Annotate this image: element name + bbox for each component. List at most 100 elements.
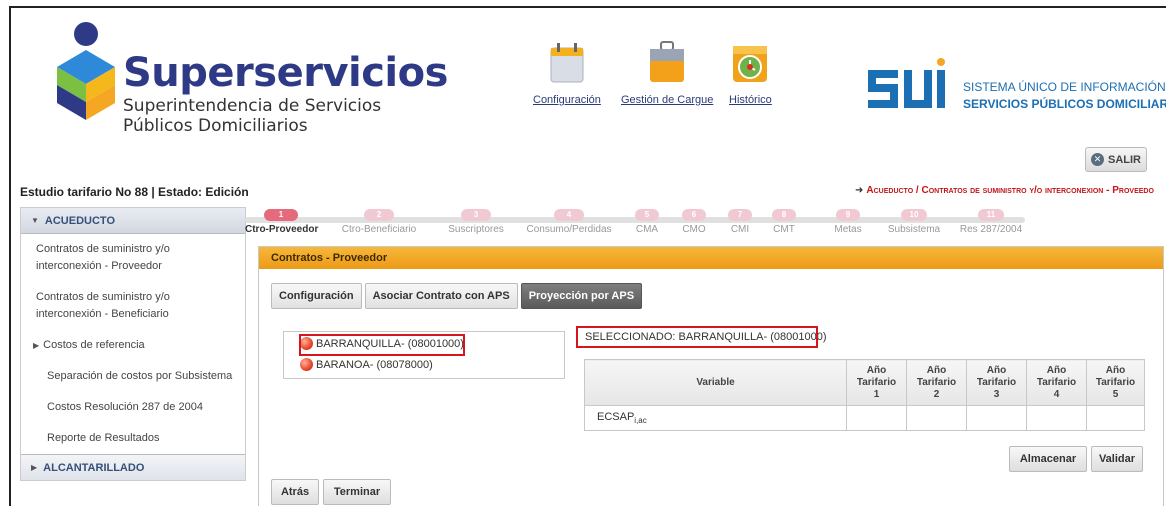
highlight-box — [299, 334, 465, 356]
step-label: Res 287/2004 — [959, 224, 1023, 235]
tab-asociar-contrato[interactable]: Asociar Contrato con APS — [364, 283, 518, 309]
toolbar-historico[interactable]: Histórico — [729, 40, 772, 106]
sidebar-item-label: Costos de referencia — [43, 339, 145, 351]
year-2-cell[interactable] — [906, 405, 967, 431]
toolbar-gestion-cargue[interactable]: Gestión de Cargue — [621, 40, 713, 106]
tree-item-baranoa[interactable]: BARANOA- (08078000) — [300, 358, 433, 371]
step-metas[interactable]: 9 Metas — [831, 209, 865, 235]
year-4-cell[interactable] — [1026, 405, 1087, 431]
table-row: ECSAPi,ac — [584, 405, 1145, 431]
step-label: Ctro-Proveedor — [245, 224, 319, 235]
header-line: Año — [1046, 364, 1067, 376]
step-res-287[interactable]: 11 Res 287/2004 — [959, 209, 1023, 235]
header-line: Tarifario — [856, 376, 897, 388]
step-suscriptores[interactable]: 3 Suscriptores — [441, 209, 511, 235]
sidebar-item-contratos-proveedor[interactable]: Contratos de suministro y/o interconexió… — [21, 234, 245, 282]
step-cmo[interactable]: 6 CMO — [679, 209, 709, 235]
tab-configuracion[interactable]: Configuración — [271, 283, 362, 309]
step-number: 10 — [901, 209, 927, 221]
brand-subtitle: Superintendencia de Servicios Públicos D… — [123, 96, 381, 136]
header-line: 5 — [1112, 388, 1119, 400]
toolbar-configuracion-link[interactable]: Configuración — [533, 94, 601, 106]
step-number: 8 — [772, 209, 796, 221]
sidebar-item-label: Contratos de suministro y/o interconexió… — [36, 291, 170, 320]
year-3-cell[interactable] — [966, 405, 1027, 431]
sidebar-section-acueducto[interactable]: ▼ ACUEDUCTO — [21, 208, 245, 234]
red-dot-icon — [300, 358, 313, 371]
logout-button[interactable]: ✕ SALIR — [1085, 147, 1147, 172]
step-label: CMI — [730, 224, 750, 235]
step-number: 1 — [264, 209, 298, 221]
sidebar-item-label: Costos Resolución 287 de 2004 — [47, 401, 203, 413]
column-header-year-1: Año Tarifario 1 — [846, 359, 907, 406]
step-number: 3 — [461, 209, 491, 221]
step-ctro-beneficiario[interactable]: 2 Ctro-Beneficiario — [337, 209, 421, 235]
caret-right-icon: ▶ — [33, 341, 40, 350]
step-label: CMA — [635, 224, 659, 235]
sui-title-line2: SERVICIOS PÚBLICOS DOMICILIARIOS — [963, 97, 1166, 111]
step-cma[interactable]: 5 CMA — [632, 209, 662, 235]
toolbar-configuracion[interactable]: Configuración — [533, 40, 601, 106]
step-number: 5 — [635, 209, 659, 221]
step-label: Consumo/Perdidas — [526, 224, 612, 235]
logout-label: SALIR — [1108, 153, 1141, 166]
step-label: Ctro-Beneficiario — [341, 224, 417, 235]
projection-table: Variable Año Tarifario 1 Año Tarifario 2 Año… — [584, 359, 1145, 431]
finish-button[interactable]: Terminar — [323, 479, 391, 505]
sidebar-item-separacion-costos[interactable]: Separación de costos por Subsistema — [21, 361, 245, 392]
header-line: Año — [1105, 364, 1126, 376]
brand-subtitle-line1: Superintendencia de Servicios — [123, 96, 382, 116]
step-label: CMO — [682, 224, 706, 235]
brand-subtitle-line2: Públicos Domiciliarios — [123, 116, 308, 136]
step-ctro-proveedor[interactable]: 1 Ctro-Proveedor — [245, 209, 319, 235]
column-header-year-3: Año Tarifario 3 — [966, 359, 1027, 406]
panel-tabs: Configuración Asociar Contrato con APS P… — [271, 283, 643, 309]
header-line: Año — [926, 364, 947, 376]
sidebar-item-label: Reporte de Resultados — [47, 432, 160, 444]
caret-right-icon: ▶ — [31, 463, 38, 472]
header-line: 2 — [933, 388, 940, 400]
step-subsistema[interactable]: 10 Subsistema — [883, 209, 945, 235]
step-cmt[interactable]: 8 CMT — [769, 209, 799, 235]
sidebar-item-costos-referencia[interactable]: ▶ Costos de referencia — [21, 330, 245, 361]
header-line: Tarifario — [976, 376, 1017, 388]
close-circle-icon: ✕ — [1091, 153, 1104, 166]
variable-name: ECSAP — [597, 410, 635, 423]
superservicios-logo — [57, 22, 115, 120]
step-label: Subsistema — [887, 224, 941, 235]
year-5-cell[interactable] — [1086, 405, 1145, 431]
sidebar-item-reporte-resultados[interactable]: Reporte de Resultados — [21, 423, 245, 454]
step-number: 9 — [836, 209, 860, 221]
back-button[interactable]: Atrás — [271, 479, 319, 505]
briefcase-icon — [650, 41, 685, 82]
sidebar-section-alcantarillado[interactable]: ▶ ALCANTARILLADO — [21, 454, 245, 480]
calendar-icon — [550, 43, 584, 83]
header-line: Tarifario — [1095, 376, 1136, 388]
sidebar-item-label: Separación de costos por Subsistema — [47, 370, 233, 382]
header-line: 1 — [873, 388, 880, 400]
sidebar-section-label: ACUEDUCTO — [44, 214, 115, 227]
step-number: 11 — [978, 209, 1004, 221]
tab-proyeccion-aps[interactable]: Proyección por APS — [520, 283, 643, 309]
header-line: Año — [866, 364, 887, 376]
municipality-tree: BARRANQUILLA- (08001000) BARANOA- (08078… — [283, 331, 565, 379]
toolbar-historico-link[interactable]: Histórico — [729, 94, 772, 106]
arrow-right-icon: ➜ — [855, 185, 864, 196]
validate-button[interactable]: Validar — [1091, 446, 1143, 472]
study-title: Estudio tarifario No 88 | Estado: Edició… — [20, 185, 249, 199]
step-cmi[interactable]: 7 CMI — [725, 209, 755, 235]
tree-item-label: BARANOA- (08078000) — [316, 358, 433, 371]
step-consumo-perdidas[interactable]: 4 Consumo/Perdidas — [523, 209, 615, 235]
brand-title: Superservicios — [123, 50, 448, 96]
sidebar-item-contratos-beneficiario[interactable]: Contratos de suministro y/o interconexió… — [21, 282, 245, 330]
header-line: Tarifario — [1036, 376, 1077, 388]
column-header-year-2: Año Tarifario 2 — [906, 359, 967, 406]
header-line: Tarifario — [916, 376, 957, 388]
app-frame: Superservicios Superintendencia de Servi… — [9, 6, 1166, 506]
step-number: 4 — [554, 209, 584, 221]
toolbar-gestion-cargue-link[interactable]: Gestión de Cargue — [621, 94, 713, 106]
save-button[interactable]: Almacenar — [1009, 446, 1087, 472]
year-1-cell[interactable] — [846, 405, 907, 431]
history-folder-icon — [733, 46, 768, 82]
sidebar-item-costos-resolucion[interactable]: Costos Resolución 287 de 2004 — [21, 392, 245, 423]
